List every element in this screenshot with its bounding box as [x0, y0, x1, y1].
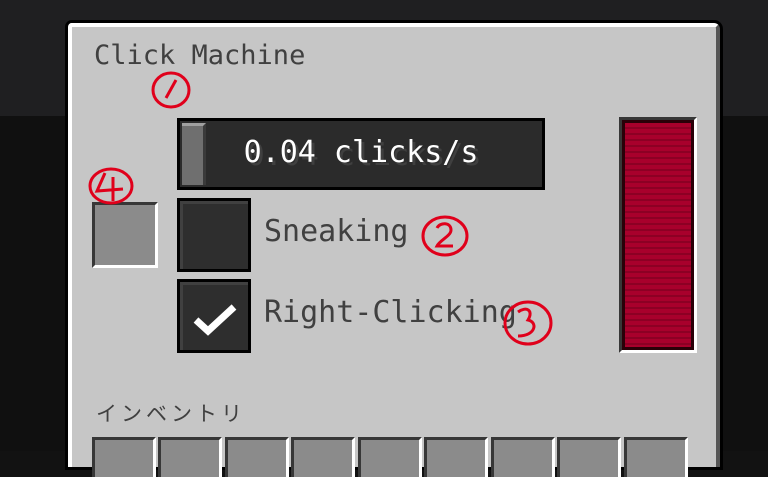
click-rate-slider[interactable]: 0.04 clicks/s	[177, 118, 545, 190]
right-clicking-label: Right-Clicking	[264, 295, 517, 330]
inventory-slot[interactable]	[424, 437, 488, 477]
inventory-slot[interactable]	[624, 437, 688, 477]
checkmark-icon	[193, 304, 237, 336]
energy-bar	[619, 117, 697, 353]
item-slot[interactable]	[92, 202, 158, 268]
energy-bar-fill	[622, 120, 694, 350]
inventory-slot[interactable]	[358, 437, 422, 477]
inventory-slot[interactable]	[291, 437, 355, 477]
inventory-slot[interactable]	[158, 437, 222, 477]
inventory-title: インベントリ	[96, 402, 246, 426]
window-title: Click Machine	[94, 40, 306, 71]
annotation-4	[83, 165, 137, 211]
inventory-row	[92, 437, 692, 477]
inventory-slot[interactable]	[92, 437, 156, 477]
annotation-1	[150, 70, 194, 114]
slider-label: 0.04 clicks/s	[243, 135, 479, 170]
inventory-slot[interactable]	[225, 437, 289, 477]
inventory-slot[interactable]	[557, 437, 621, 477]
annotation-3	[500, 298, 554, 352]
inventory-slot[interactable]	[491, 437, 555, 477]
right-clicking-checkbox[interactable]	[177, 279, 251, 353]
sneaking-checkbox[interactable]	[177, 198, 251, 272]
annotation-2	[420, 214, 470, 262]
sneaking-label: Sneaking	[264, 214, 409, 249]
